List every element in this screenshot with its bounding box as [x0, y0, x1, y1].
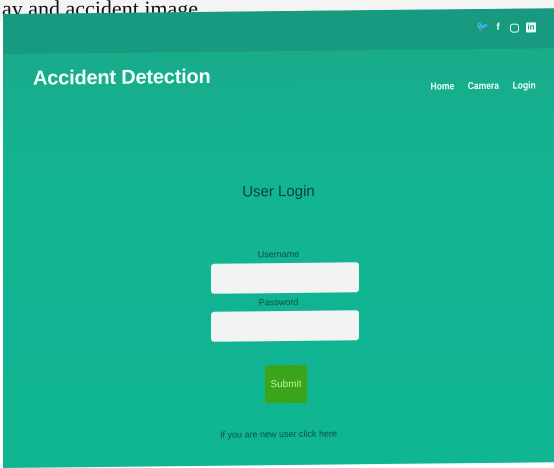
twitter-icon[interactable]: 🐦 — [476, 22, 488, 33]
main-nav: Home Camera Login — [431, 80, 536, 92]
username-label: Username — [257, 248, 300, 260]
top-bar: 🐦 f in — [3, 8, 554, 55]
instagram-icon[interactable] — [510, 23, 519, 33]
social-links: 🐦 f in — [476, 22, 536, 33]
new-user-link[interactable]: click here — [299, 429, 337, 439]
monitor-screen: 🐦 f in Accident Detection Home Camera Lo… — [3, 8, 554, 468]
login-title: User Login — [242, 182, 315, 201]
submit-button[interactable]: Submit — [265, 364, 307, 404]
linkedin-icon[interactable]: in — [526, 22, 536, 33]
username-field[interactable] — [211, 262, 359, 294]
new-user-text: If you are new user — [219, 428, 297, 440]
password-label: Password — [258, 296, 299, 308]
nav-item-home[interactable]: Home — [431, 81, 455, 92]
password-field[interactable] — [211, 310, 359, 342]
nav-item-camera[interactable]: Camera — [468, 81, 499, 92]
facebook-icon[interactable]: f — [493, 22, 503, 33]
new-user-prompt: If you are new user click here — [3, 426, 554, 442]
site-brand[interactable]: Accident Detection — [33, 66, 211, 91]
nav-item-login[interactable]: Login — [513, 80, 536, 91]
